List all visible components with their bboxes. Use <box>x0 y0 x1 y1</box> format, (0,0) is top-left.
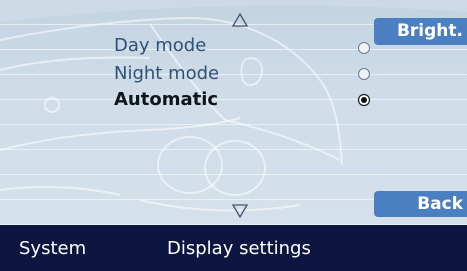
back-softkey-button[interactable]: Back <box>374 191 467 217</box>
scroll-up-arrow-icon[interactable] <box>232 13 248 27</box>
status-app-name: System <box>19 238 87 259</box>
display-screen: Day mode Night mode Automatic Bright. Ba… <box>0 0 467 271</box>
radio-day-mode-icon[interactable] <box>357 41 371 55</box>
menu-area: Day mode Night mode Automatic Bright. Ba… <box>0 0 467 225</box>
radio-night-mode-icon[interactable] <box>357 67 371 81</box>
scroll-down-arrow-icon[interactable] <box>232 204 248 218</box>
option-night-mode[interactable]: Night mode <box>114 63 219 85</box>
option-automatic[interactable]: Automatic <box>114 89 218 111</box>
status-menu-name: Display settings <box>167 238 311 259</box>
radio-automatic-selected-icon[interactable] <box>357 93 371 107</box>
brightness-softkey-button[interactable]: Bright. <box>374 18 467 45</box>
status-bar: System Display settings <box>0 225 467 271</box>
option-day-mode[interactable]: Day mode <box>114 35 206 57</box>
